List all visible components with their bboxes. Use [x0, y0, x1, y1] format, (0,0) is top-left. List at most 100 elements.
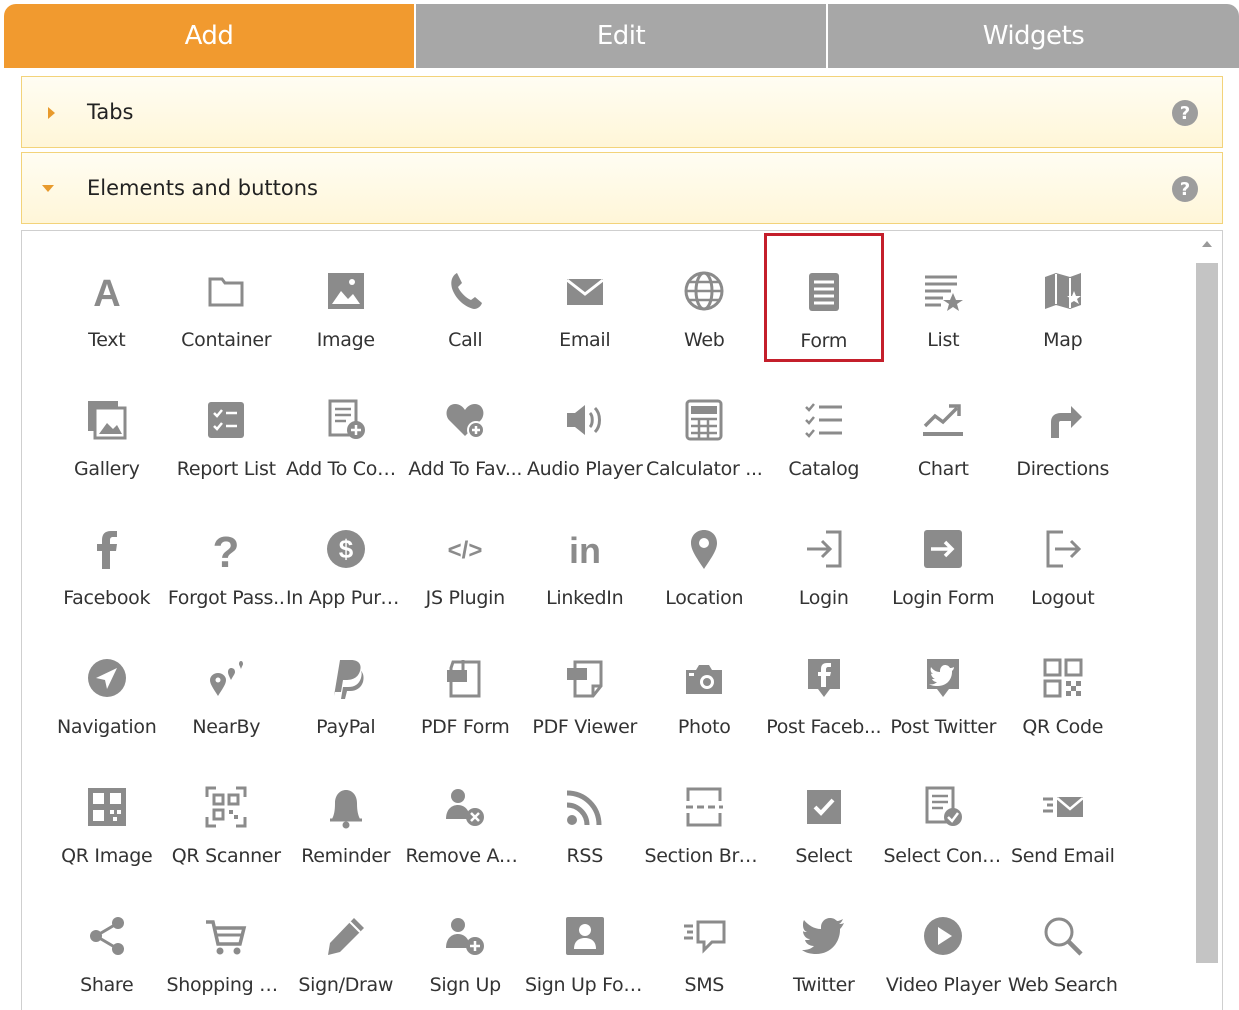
element-button-post-facebook[interactable]: Post Faceb... — [764, 620, 884, 749]
element-button-location[interactable]: Location — [645, 491, 765, 620]
element-button-sign-draw[interactable]: Sign/Draw — [286, 878, 406, 1007]
element-button-twitter[interactable]: Twitter — [764, 878, 884, 1007]
qr-image-icon — [83, 783, 131, 831]
nearby-icon — [202, 654, 250, 702]
help-icon[interactable]: ? — [1172, 100, 1198, 126]
element-button-rss[interactable]: RSS — [525, 749, 645, 878]
tab-widgets[interactable]: Widgets — [828, 4, 1239, 68]
element-button-pdf-viewer[interactable]: PDF Viewer — [525, 620, 645, 749]
element-button-linkedin[interactable]: in LinkedIn — [525, 491, 645, 620]
in-app-purchase-icon: $ — [322, 525, 370, 573]
element-button-photo[interactable]: Photo — [645, 620, 765, 749]
element-label: Reminder — [301, 845, 391, 867]
js-plugin-icon: </> — [441, 525, 489, 573]
element-button-add-to-favorites[interactable]: Add To Fav... — [406, 362, 526, 491]
element-label: Gallery — [73, 458, 140, 480]
element-button-report-list[interactable]: Report List — [167, 362, 287, 491]
element-button-forgot-password[interactable]: ? Forgot Pass.. — [167, 491, 287, 620]
audio-player-icon — [561, 396, 609, 444]
element-button-qr-image[interactable]: QR Image — [47, 749, 167, 878]
list-icon — [919, 267, 967, 315]
element-label: Send Email — [1010, 845, 1115, 867]
element-button-select[interactable]: Select — [764, 749, 884, 878]
elements-grid-row: Gallery Report List Add To Con... Add To Fa… — [47, 362, 1127, 491]
element-button-navigation[interactable]: Navigation — [47, 620, 167, 749]
element-button-calculator[interactable]: Calculator ... — [645, 362, 765, 491]
element-button-email[interactable]: Email — [525, 233, 645, 362]
element-button-js-plugin[interactable]: </> JS Plugin — [406, 491, 526, 620]
element-button-form[interactable]: Form — [764, 233, 884, 362]
element-label: Add To Con... — [286, 458, 406, 480]
element-label: Sign Up For... — [525, 974, 645, 996]
element-button-add-to-contacts[interactable]: Add To Con... — [286, 362, 406, 491]
element-button-nearby[interactable]: NearBy — [167, 620, 287, 749]
element-button-container[interactable]: Container — [167, 233, 287, 362]
element-button-sign-up[interactable]: Sign Up — [406, 878, 526, 1007]
element-button-post-twitter[interactable]: Post Twitter — [884, 620, 1004, 749]
element-button-shopping-cart[interactable]: Shopping C... — [167, 878, 286, 1007]
location-icon — [680, 525, 728, 573]
tab-edit[interactable]: Edit — [416, 4, 826, 68]
elements-grid-row: Facebook? Forgot Pass.. $ In App Purc... </>… — [47, 491, 1127, 620]
svg-text:</>: </> — [448, 537, 483, 564]
tab-add[interactable]: Add — [4, 4, 414, 68]
scrollbar[interactable] — [1196, 237, 1218, 1007]
scroll-up-arrow-icon[interactable] — [1202, 241, 1212, 247]
elements-grid-row: QR Image QR Scanner Reminder Remove Ac... RS… — [47, 749, 1127, 878]
element-button-login[interactable]: Login — [764, 491, 884, 620]
element-label: Twitter — [792, 974, 855, 996]
photo-icon — [680, 654, 728, 702]
element-button-select-contact[interactable]: Select Cont... — [883, 749, 1004, 878]
linkedin-icon: in — [561, 525, 609, 573]
element-button-list[interactable]: List — [884, 233, 1004, 362]
element-button-logout[interactable]: Logout — [1003, 491, 1123, 620]
element-label: Sign Up — [429, 974, 502, 996]
accordion-tabs[interactable]: Tabs ? — [21, 76, 1223, 148]
element-button-reminder[interactable]: Reminder — [286, 749, 406, 878]
accordion-title-tabs: Tabs — [87, 100, 134, 124]
element-label: Logout — [1031, 587, 1095, 609]
element-button-web-search[interactable]: Web Search — [1003, 878, 1123, 1007]
element-button-map[interactable]: Map — [1003, 233, 1123, 362]
element-button-login-form[interactable]: Login Form — [884, 491, 1004, 620]
chart-icon — [919, 396, 967, 444]
web-icon — [680, 267, 728, 315]
share-icon — [83, 912, 131, 960]
element-button-share[interactable]: Share — [47, 878, 167, 1007]
element-label: QR Image — [61, 845, 153, 867]
element-label: Catalog — [788, 458, 860, 480]
qr-code-icon — [1039, 654, 1087, 702]
element-button-gallery[interactable]: Gallery — [47, 362, 167, 491]
element-button-qr-scanner[interactable]: QR Scanner — [167, 749, 287, 878]
accordion-elements-and-buttons[interactable]: Elements and buttons ? — [21, 152, 1223, 224]
element-label: QR Code — [1022, 716, 1104, 738]
element-label: Text — [88, 329, 126, 351]
element-button-video-player[interactable]: Video Player — [884, 878, 1004, 1007]
element-button-qr-code[interactable]: QR Code — [1003, 620, 1123, 749]
element-button-sms[interactable]: SMS — [645, 878, 765, 1007]
gallery-icon — [83, 396, 131, 444]
element-button-image[interactable]: Image — [286, 233, 406, 362]
element-button-text[interactable]: A Text — [47, 233, 167, 362]
element-button-send-email[interactable]: Send Email — [1003, 749, 1123, 878]
help-icon[interactable]: ? — [1172, 176, 1198, 202]
element-button-chart[interactable]: Chart — [884, 362, 1004, 491]
element-label: Report List — [176, 458, 276, 480]
element-button-call[interactable]: Call — [406, 233, 526, 362]
scroll-thumb[interactable] — [1196, 263, 1218, 963]
element-button-web[interactable]: Web — [645, 233, 765, 362]
element-label: Web Search — [1007, 974, 1118, 996]
element-button-sign-up-form[interactable]: Sign Up For... — [525, 878, 645, 1007]
element-button-audio-player[interactable]: Audio Player — [525, 362, 645, 491]
element-button-section-break[interactable]: Section Bre... — [645, 749, 764, 878]
sign-draw-icon — [322, 912, 370, 960]
element-button-facebook[interactable]: Facebook — [47, 491, 167, 620]
element-button-pdf-form[interactable]: PDF Form — [406, 620, 526, 749]
element-label: Select Cont... — [883, 845, 1004, 867]
element-button-paypal[interactable]: PayPal — [286, 620, 406, 749]
svg-text:?: ? — [213, 528, 240, 571]
element-button-in-app-purchase[interactable]: $ In App Purc... — [286, 491, 406, 620]
element-button-catalog[interactable]: Catalog — [764, 362, 884, 491]
element-button-remove-account[interactable]: Remove Ac... — [406, 749, 525, 878]
element-button-directions[interactable]: Directions — [1003, 362, 1123, 491]
